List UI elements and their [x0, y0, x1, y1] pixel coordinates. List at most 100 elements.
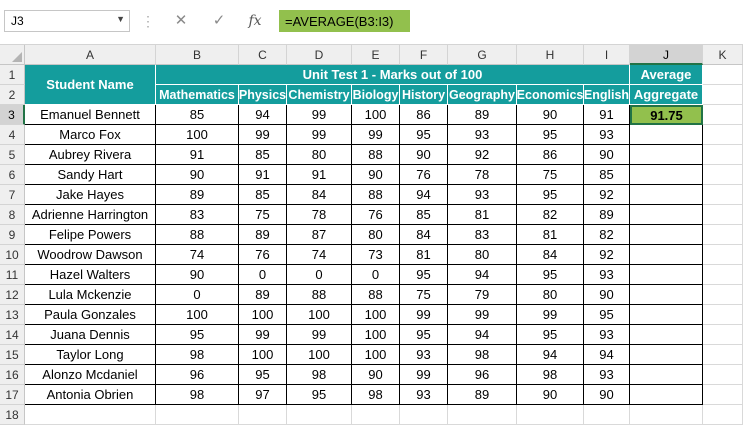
subject-header[interactable]: Physics [239, 85, 287, 105]
mark-cell[interactable]: 95 [517, 325, 584, 345]
column-header[interactable]: J [630, 45, 703, 65]
student-name-cell[interactable]: Hazel Walters [25, 265, 156, 285]
mark-cell[interactable]: 95 [287, 385, 352, 405]
empty-cell[interactable] [703, 225, 743, 245]
mark-cell[interactable]: 99 [400, 365, 448, 385]
enter-button[interactable]: ✓ [208, 10, 230, 32]
mark-cell[interactable]: 89 [239, 285, 287, 305]
student-name-cell[interactable]: Alonzo Mcdaniel [25, 365, 156, 385]
mark-cell[interactable]: 80 [448, 245, 517, 265]
mark-cell[interactable]: 99 [239, 325, 287, 345]
mark-cell[interactable]: 80 [352, 225, 400, 245]
student-name-cell[interactable]: Woodrow Dawson [25, 245, 156, 265]
empty-cell[interactable] [287, 405, 352, 425]
average-aggregate-cell[interactable] [630, 345, 703, 365]
mark-cell[interactable]: 90 [352, 365, 400, 385]
average-aggregate-cell[interactable] [630, 385, 703, 405]
student-name-cell[interactable]: Taylor Long [25, 345, 156, 365]
average-aggregate-cell[interactable]: 91.75 [630, 105, 703, 125]
mark-cell[interactable]: 94 [584, 345, 630, 365]
row-header[interactable]: 7 [0, 185, 25, 205]
mark-cell[interactable]: 100 [239, 345, 287, 365]
row-header[interactable]: 10 [0, 245, 25, 265]
average-aggregate-cell[interactable] [630, 265, 703, 285]
mark-cell[interactable]: 93 [584, 365, 630, 385]
mark-cell[interactable]: 79 [448, 285, 517, 305]
mark-cell[interactable]: 86 [400, 105, 448, 125]
mark-cell[interactable]: 73 [352, 245, 400, 265]
mark-cell[interactable]: 98 [448, 345, 517, 365]
mark-cell[interactable]: 91 [287, 165, 352, 185]
mark-cell[interactable]: 100 [352, 305, 400, 325]
empty-cell[interactable] [703, 105, 743, 125]
column-header[interactable]: A [25, 45, 156, 65]
empty-cell[interactable] [703, 305, 743, 325]
mark-cell[interactable]: 100 [156, 305, 239, 325]
mark-cell[interactable]: 99 [287, 105, 352, 125]
mark-cell[interactable]: 95 [584, 305, 630, 325]
mark-cell[interactable]: 81 [400, 245, 448, 265]
row-header[interactable]: 16 [0, 365, 25, 385]
mark-cell[interactable]: 99 [287, 125, 352, 145]
mark-cell[interactable]: 100 [239, 305, 287, 325]
mark-cell[interactable]: 88 [352, 185, 400, 205]
empty-cell[interactable] [703, 165, 743, 185]
student-name-cell[interactable]: Emanuel Bennett [25, 105, 156, 125]
mark-cell[interactable]: 85 [400, 205, 448, 225]
empty-cell[interactable] [584, 405, 630, 425]
empty-cell[interactable] [703, 85, 743, 105]
mark-cell[interactable]: 90 [584, 285, 630, 305]
subject-header[interactable]: Mathematics [156, 85, 239, 105]
average-aggregate-cell[interactable] [630, 285, 703, 305]
mark-cell[interactable]: 91 [156, 145, 239, 165]
mark-cell[interactable]: 95 [400, 325, 448, 345]
mark-cell[interactable]: 93 [448, 185, 517, 205]
mark-cell[interactable]: 93 [584, 265, 630, 285]
mark-cell[interactable]: 94 [517, 345, 584, 365]
column-header[interactable]: I [584, 45, 630, 65]
row-header[interactable]: 4 [0, 125, 25, 145]
mark-cell[interactable]: 0 [239, 265, 287, 285]
empty-cell[interactable] [703, 265, 743, 285]
mark-cell[interactable]: 76 [400, 165, 448, 185]
mark-cell[interactable]: 95 [400, 265, 448, 285]
unit-test-header[interactable]: Unit Test 1 - Marks out of 100 [156, 65, 630, 85]
column-header[interactable]: E [352, 45, 400, 65]
mark-cell[interactable]: 85 [239, 145, 287, 165]
average-aggregate-cell[interactable] [630, 145, 703, 165]
mark-cell[interactable]: 95 [239, 365, 287, 385]
row-header[interactable]: 12 [0, 285, 25, 305]
mark-cell[interactable]: 75 [517, 165, 584, 185]
mark-cell[interactable]: 89 [156, 185, 239, 205]
mark-cell[interactable]: 82 [517, 205, 584, 225]
mark-cell[interactable]: 98 [287, 365, 352, 385]
row-header[interactable]: 15 [0, 345, 25, 365]
average-aggregate-cell[interactable] [630, 125, 703, 145]
mark-cell[interactable]: 99 [517, 305, 584, 325]
mark-cell[interactable]: 99 [400, 305, 448, 325]
mark-cell[interactable]: 84 [287, 185, 352, 205]
mark-cell[interactable]: 84 [400, 225, 448, 245]
empty-cell[interactable] [400, 405, 448, 425]
column-header[interactable]: H [517, 45, 584, 65]
mark-cell[interactable]: 95 [517, 265, 584, 285]
mark-cell[interactable]: 95 [517, 185, 584, 205]
mark-cell[interactable]: 74 [287, 245, 352, 265]
mark-cell[interactable]: 0 [156, 285, 239, 305]
student-name-cell[interactable]: Marco Fox [25, 125, 156, 145]
insert-function-button[interactable]: fx [244, 10, 266, 32]
empty-cell[interactable] [703, 325, 743, 345]
mark-cell[interactable]: 100 [352, 325, 400, 345]
mark-cell[interactable]: 94 [239, 105, 287, 125]
mark-cell[interactable]: 96 [448, 365, 517, 385]
mark-cell[interactable]: 98 [156, 385, 239, 405]
subject-header[interactable]: Geography [448, 85, 517, 105]
student-name-cell[interactable]: Jake Hayes [25, 185, 156, 205]
mark-cell[interactable]: 88 [156, 225, 239, 245]
row-header[interactable]: 8 [0, 205, 25, 225]
mark-cell[interactable]: 85 [584, 165, 630, 185]
mark-cell[interactable]: 81 [517, 225, 584, 245]
student-name-header[interactable]: Student Name [25, 65, 156, 105]
empty-cell[interactable] [703, 125, 743, 145]
row-header[interactable]: 11 [0, 265, 25, 285]
